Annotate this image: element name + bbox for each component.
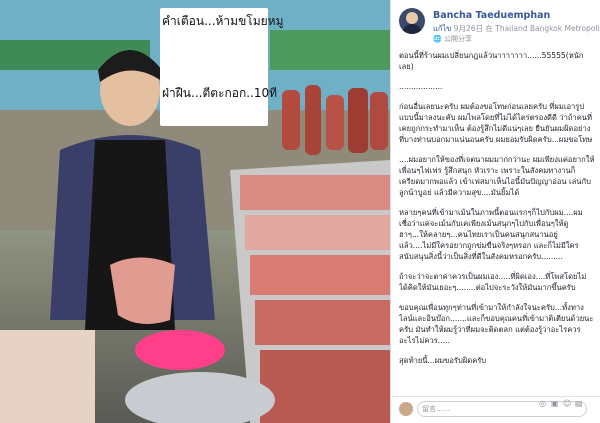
gif-icon[interactable]: ▣ [551,399,559,408]
camera-icon[interactable]: ◎ [539,399,546,408]
comment-bar: 留言…… ◎ ▣ ☺ ▤ [391,396,600,423]
comment-input[interactable]: 留言…… [417,401,587,417]
caption-line-2: ฝ่าฝืน...ตีตะกอก..10ที [162,86,278,100]
caption-line-1: คำเตือน...ห้ามขโมยหมู [162,14,284,28]
post-paragraph: ตอนนี้ที่ร้านผมเปลี่ยนกฎแล้วนาาาาาาา....… [399,51,584,71]
post-photo[interactable]: คำเตือน...ห้ามขโมยหมู ฝ่าฝืน...ตีตะกอก..… [0,0,390,423]
author-avatar[interactable] [399,8,425,34]
post-paragraph: ก่อนอื่นเลยนะครับ ผมต้องขอโทษก่อนเลยครับ… [399,102,593,144]
edited-link[interactable]: แก้ไข [433,24,451,33]
post-paragraph: ถ้าจะว่าจะตาค่าควรเป็นผมเอง.....ที่ผิดเอ… [399,272,587,292]
privacy-label: 🌐 公開分享 [433,35,472,43]
author-name[interactable]: Bancha Taeduemphan [433,10,550,21]
sticker-icon[interactable]: ☺ [563,399,571,408]
photo-icon[interactable]: ▤ [575,399,583,408]
post-header: Bancha Taeduemphan แก้ไข 9月26日 在 Thailan… [399,8,600,46]
post-paragraph: สุดท้ายนี้...ผมขอรับผิดครับ [399,356,487,365]
post-body: ตอนนี้ที่ร้านผมเปลี่ยนกฎแล้วนาาาาาาา....… [399,50,595,395]
post-paragraph: ....ผมอยากให้ของที่เจตนาผมมากกว่านะ ผมเพ… [399,155,595,197]
post-panel: Bancha Taeduemphan แก้ไข 9月26日 在 Thailan… [390,0,600,423]
post-paragraph: ขอบคุณเพื่อนทุกๆท่านที่เข้ามาให้กำลังใจน… [399,303,594,345]
post-paragraph: .................. [399,82,443,91]
viewer-avatar [399,402,413,416]
post-paragraph: หลายๆคนที่เข้ามาเม้นในภาพนี้ตอนแรกๆก็ไปก… [399,208,583,261]
warning-caption: คำเตือน...ห้ามขโมยหมู ฝ่าฝืน...ตีตะกอก..… [160,8,284,126]
post-date[interactable]: 9月26日 在 Thailand Bangkok Metropolis [454,24,600,33]
